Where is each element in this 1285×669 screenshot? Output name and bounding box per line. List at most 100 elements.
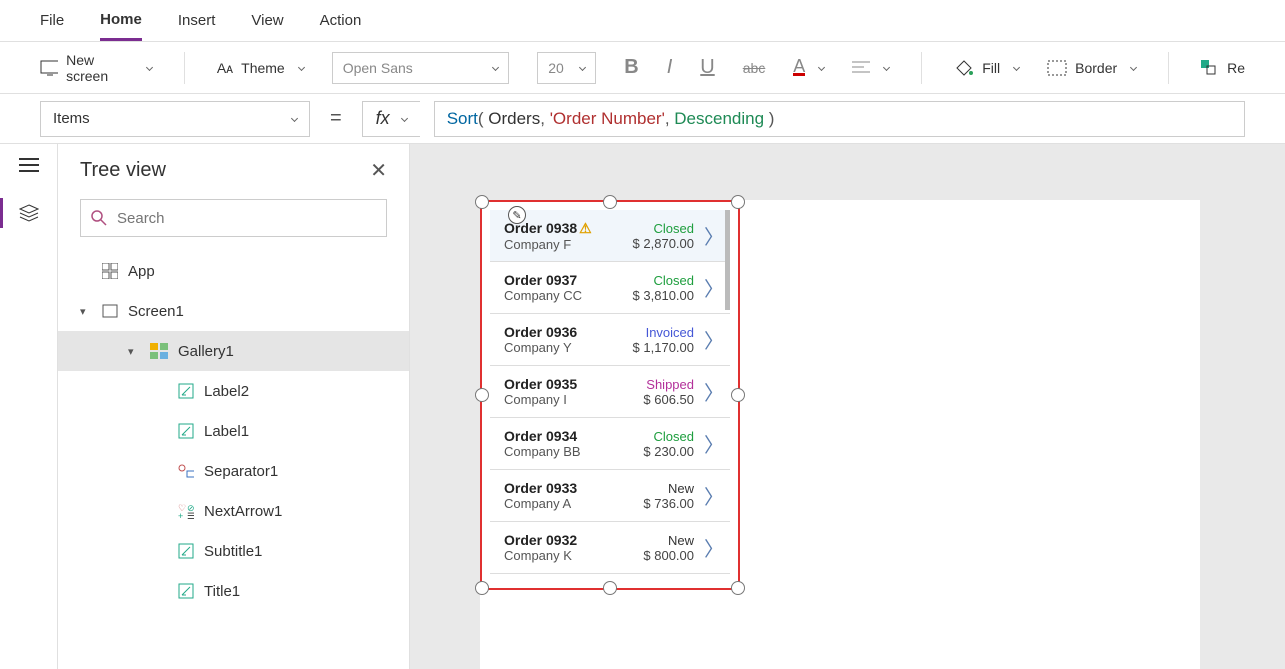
chevron-right-icon[interactable]: 〉 — [704, 273, 724, 302]
menu-home[interactable]: Home — [100, 1, 142, 41]
underline-button[interactable]: U — [700, 56, 714, 79]
status-label: Closed — [618, 221, 694, 236]
fx-button[interactable]: fx — [362, 101, 420, 137]
resize-handle[interactable] — [731, 195, 745, 209]
control-icon — [178, 583, 194, 599]
gallery-row[interactable]: Order 0933Company ANew$ 736.00〉 — [490, 470, 730, 522]
gallery-icon — [150, 343, 168, 359]
hamburger-icon[interactable] — [19, 158, 39, 172]
tree-node-title1[interactable]: Title1 — [58, 571, 409, 611]
gallery-row[interactable]: Order 0938⚠Company FClosed$ 2,870.00〉 — [490, 210, 730, 262]
expand-icon[interactable]: ▾ — [80, 305, 92, 318]
align-button[interactable] — [852, 61, 889, 75]
border-icon — [1047, 60, 1067, 76]
design-surface[interactable]: ✎ Order 0938⚠Company FClosed$ 2,870.00〉O… — [480, 200, 1200, 669]
border-button[interactable]: Border — [1047, 60, 1136, 76]
reorder-button[interactable]: Re — [1201, 60, 1245, 76]
row-left: Order 0937Company CC — [504, 272, 618, 303]
italic-button[interactable]: I — [667, 56, 673, 79]
bold-button[interactable]: B — [624, 56, 638, 79]
fill-button[interactable]: Fill — [954, 59, 1019, 77]
chevron-right-icon[interactable]: 〉 — [704, 533, 724, 562]
font-family-value: Open Sans — [343, 60, 413, 76]
chevron-down-icon — [818, 64, 825, 71]
gallery-row[interactable]: Order 0934Company BBClosed$ 230.00〉 — [490, 418, 730, 470]
gallery-selection[interactable]: ✎ Order 0938⚠Company FClosed$ 2,870.00〉O… — [480, 200, 740, 590]
order-title: Order 0936 — [504, 324, 618, 340]
ribbon: New screen Aᴀ Theme Open Sans 20 B I U a… — [0, 42, 1285, 94]
gallery-row[interactable]: Order 0935Company IShipped$ 606.50〉 — [490, 366, 730, 418]
tree-node-app[interactable]: App — [58, 251, 409, 291]
property-select[interactable]: Items — [40, 101, 310, 137]
resize-handle[interactable] — [603, 581, 617, 595]
amount-label: $ 736.00 — [618, 496, 694, 511]
chevron-down-icon — [579, 64, 586, 71]
edit-template-icon[interactable]: ✎ — [508, 206, 526, 224]
chevron-right-icon[interactable]: 〉 — [704, 377, 724, 406]
chevron-down-icon — [1013, 64, 1020, 71]
company-label: Company A — [504, 496, 618, 511]
amount-label: $ 3,810.00 — [618, 288, 694, 303]
status-label: Shipped — [618, 377, 694, 392]
reorder-icon — [1201, 60, 1219, 76]
row-right: Closed$ 230.00 — [618, 429, 694, 459]
gallery-row[interactable]: Order 0937Company CCClosed$ 3,810.00 〉 — [490, 262, 730, 314]
resize-handle[interactable] — [731, 581, 745, 595]
amount-label: $ 2,870.00 — [618, 236, 694, 251]
row-left: Order 0932Company K — [504, 532, 618, 563]
tree-view-rail-icon[interactable] — [0, 198, 57, 228]
fx-label: fx — [376, 108, 390, 129]
tree-node-subtitle1[interactable]: Subtitle1 — [58, 531, 409, 571]
resize-handle[interactable] — [731, 388, 745, 402]
menu-action[interactable]: Action — [320, 2, 362, 39]
chevron-right-icon[interactable]: 〉 — [704, 429, 724, 458]
canvas[interactable]: ✎ Order 0938⚠Company FClosed$ 2,870.00〉O… — [410, 144, 1285, 669]
new-screen-button[interactable]: New screen — [40, 52, 152, 84]
menu-file[interactable]: File — [40, 2, 64, 39]
svg-text:+: + — [178, 511, 183, 519]
resize-handle[interactable] — [475, 195, 489, 209]
tree-node-label2[interactable]: Label2 — [58, 371, 409, 411]
theme-icon: Aᴀ — [217, 60, 233, 76]
status-label: Closed — [618, 273, 694, 288]
company-label: Company BB — [504, 444, 618, 459]
control-icon — [178, 543, 194, 559]
expand-icon[interactable]: ▾ — [128, 345, 140, 358]
gallery-row[interactable]: Order 0932Company KNew$ 800.00 〉 — [490, 522, 730, 574]
chevron-down-icon — [298, 64, 305, 71]
formula-bar: Items = fx Sort( Orders, 'Order Number',… — [0, 94, 1285, 144]
tree-node-nextarrow1[interactable]: ♡⊘+☰NextArrow1 — [58, 491, 409, 531]
theme-button[interactable]: Aᴀ Theme — [217, 60, 304, 76]
tree-search-input[interactable] — [117, 210, 376, 227]
chevron-right-icon[interactable]: 〉 — [704, 325, 724, 354]
formula-input[interactable]: Sort( Orders, 'Order Number', Descending… — [434, 101, 1245, 137]
app-icon — [102, 263, 118, 279]
font-color-button[interactable]: A — [793, 59, 824, 76]
menu-view[interactable]: View — [251, 2, 283, 39]
font-family-select[interactable]: Open Sans — [332, 52, 510, 84]
tree-node-screen1[interactable]: ▾ Screen1 — [58, 291, 409, 331]
tree-node-gallery1[interactable]: ▾ Gallery1 — [58, 331, 409, 371]
row-right: New$ 800.00 — [618, 533, 694, 563]
amount-label: $ 230.00 — [618, 444, 694, 459]
company-label: Company F — [504, 237, 618, 252]
tree-search[interactable] — [80, 199, 387, 237]
scrollbar-thumb[interactable] — [725, 210, 730, 310]
strikethrough-button[interactable]: abc — [743, 60, 766, 76]
menu-insert[interactable]: Insert — [178, 2, 216, 39]
gallery-row[interactable]: Order 0936Company YInvoiced$ 1,170.00〉 — [490, 314, 730, 366]
chevron-right-icon[interactable]: 〉 — [704, 481, 724, 510]
tree-node-separator1[interactable]: Separator1 — [58, 451, 409, 491]
reorder-label: Re — [1227, 60, 1245, 76]
screen-icon — [102, 304, 118, 318]
resize-handle[interactable] — [475, 388, 489, 402]
order-title: Order 0932 — [504, 532, 618, 548]
fill-label: Fill — [982, 60, 1000, 76]
resize-handle[interactable] — [603, 195, 617, 209]
font-size-select[interactable]: 20 — [537, 52, 596, 84]
tree-label: Subtitle1 — [204, 543, 262, 560]
chevron-right-icon[interactable]: 〉 — [704, 221, 724, 250]
close-icon[interactable]: ✕ — [370, 158, 387, 183]
resize-handle[interactable] — [475, 581, 489, 595]
tree-node-label1[interactable]: Label1 — [58, 411, 409, 451]
